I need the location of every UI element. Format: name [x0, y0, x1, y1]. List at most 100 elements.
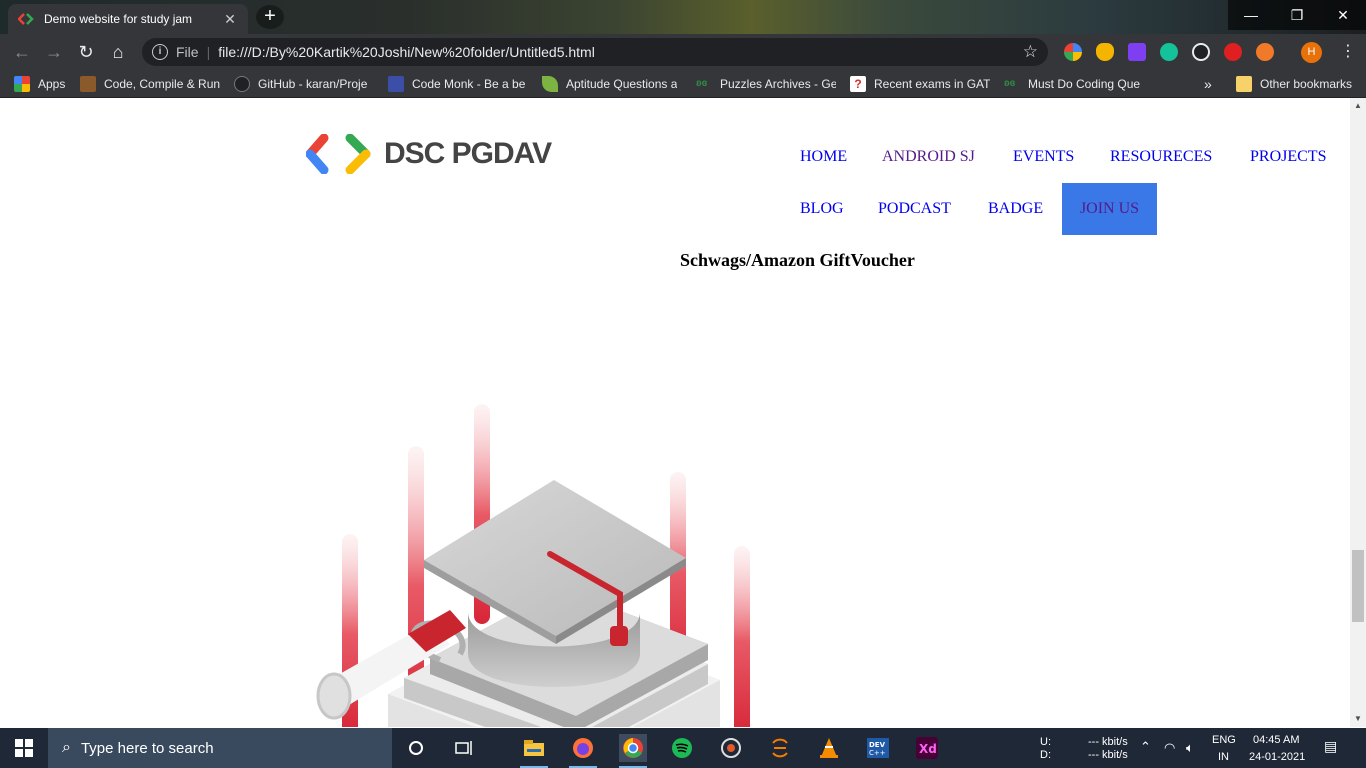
- minimize-button[interactable]: —: [1228, 0, 1274, 30]
- extension-orange-icon[interactable]: [1256, 43, 1274, 61]
- clock-time[interactable]: 04:45 AM: [1253, 734, 1299, 747]
- devcpp-icon[interactable]: DEV C++: [864, 734, 892, 762]
- clock-date[interactable]: 24-01-2021: [1249, 751, 1305, 764]
- language-in[interactable]: IN: [1218, 751, 1229, 764]
- graduation-cap-illustration: [316, 404, 750, 727]
- extension-two-icon[interactable]: [1128, 43, 1146, 61]
- windows-taskbar: ⌕ Type here to search DEV C++ Xd U: D: --…: [0, 728, 1366, 768]
- codemonk-icon: [388, 76, 404, 92]
- bookmark-aptitude[interactable]: Aptitude Questions a: [542, 75, 682, 93]
- nav-resources[interactable]: RESOURECES: [1110, 148, 1212, 166]
- bookmark-gate[interactable]: ? Recent exams in GATE: [850, 75, 990, 93]
- site-info-icon[interactable]: i: [152, 44, 168, 60]
- question-icon: ?: [850, 76, 866, 92]
- scroll-down-arrow-icon[interactable]: ▼: [1350, 711, 1366, 727]
- gfg-icon: ʚɞ: [1004, 78, 1016, 89]
- other-bookmarks[interactable]: Other bookmarks: [1236, 75, 1360, 93]
- browser-title-bar: Demo website for study jam ✕ + — ❐ ✕: [0, 0, 1366, 34]
- web-page: DSC PGDAV HOME ANDROID SJ EVENTS RESOURE…: [0, 98, 1350, 727]
- start-button[interactable]: [0, 728, 48, 768]
- svg-text:DEV: DEV: [869, 741, 886, 749]
- action-center-icon[interactable]: ▤: [1324, 739, 1337, 753]
- bookmark-puzzles[interactable]: ʚɞ Puzzles Archives - Ge: [696, 75, 836, 93]
- extension-colorful-icon[interactable]: [1064, 43, 1082, 61]
- scrollbar-thumb[interactable]: [1352, 550, 1364, 622]
- vlc-icon[interactable]: [815, 734, 843, 762]
- bookmark-codechef[interactable]: Code, Compile & Run: [80, 75, 220, 93]
- restore-button[interactable]: ❐: [1274, 0, 1320, 30]
- gfg-icon: ʚɞ: [696, 78, 708, 89]
- chrome-taskbar-icon[interactable]: [619, 734, 647, 768]
- cortana-icon[interactable]: [402, 734, 430, 762]
- extension-bulb-icon[interactable]: [1096, 43, 1114, 61]
- browser-menu-icon[interactable]: ⋮: [1340, 42, 1356, 62]
- nav-badge[interactable]: BADGE: [988, 200, 1043, 218]
- bookmarks-bar: Apps Code, Compile & Run GitHub - karan/…: [0, 70, 1366, 98]
- bookmark-github[interactable]: GitHub - karan/Proje: [234, 75, 374, 93]
- browser-toolbar: ← → ↻ ⌂ i File | file:///D:/By%20Kartik%…: [0, 34, 1366, 70]
- reload-button[interactable]: ↻: [74, 40, 98, 64]
- extension-ghostery-icon[interactable]: [1192, 43, 1210, 61]
- home-button[interactable]: ⌂: [106, 40, 130, 64]
- net-up-label: U:: [1040, 736, 1051, 748]
- extension-stop-icon[interactable]: [1224, 43, 1242, 61]
- bookmark-label: Aptitude Questions a: [566, 77, 678, 91]
- nav-blog[interactable]: BLOG: [800, 200, 844, 218]
- bookmark-codemonk[interactable]: Code Monk - Be a be: [388, 75, 528, 93]
- nav-projects[interactable]: PROJECTS: [1250, 148, 1326, 166]
- bookmark-label: Code, Compile & Run: [104, 77, 220, 91]
- eclipse-icon[interactable]: [766, 734, 794, 762]
- task-view-icon[interactable]: [450, 734, 478, 762]
- language-eng[interactable]: ENG: [1212, 734, 1236, 747]
- omnibox-separator: |: [206, 44, 211, 60]
- join-us-button[interactable]: JOIN US: [1062, 183, 1157, 235]
- nav-home[interactable]: HOME: [800, 148, 847, 166]
- taskbar-search[interactable]: ⌕ Type here to search: [48, 728, 392, 768]
- dsc-brackets-icon: [306, 134, 371, 174]
- browser-tab[interactable]: Demo website for study jam ✕: [8, 4, 248, 34]
- url-text[interactable]: file:///D:/By%20Kartik%20Joshi/New%20fol…: [218, 44, 1023, 60]
- music-player-icon[interactable]: [717, 734, 745, 762]
- search-placeholder: Type here to search: [80, 739, 214, 757]
- file-explorer-icon[interactable]: [520, 734, 548, 768]
- tab-title: Demo website for study jam: [44, 12, 193, 26]
- bookmark-mustdo[interactable]: ʚɞ Must Do Coding Que: [1004, 75, 1144, 93]
- volume-icon[interactable]: 🔈︎: [1186, 741, 1194, 754]
- nav-android-sj[interactable]: ANDROID SJ: [882, 148, 975, 166]
- dsc-favicon-icon: [18, 11, 34, 27]
- tray-expand-chevron-icon[interactable]: ⌃: [1140, 740, 1151, 753]
- grammarly-icon[interactable]: [1160, 43, 1178, 61]
- bookmark-label: Code Monk - Be a be: [412, 77, 526, 91]
- nav-podcast[interactable]: PODCAST: [878, 200, 951, 218]
- section-heading: Schwags/Amazon GiftVoucher: [680, 250, 915, 270]
- logo-text: DSC PGDAV: [384, 137, 552, 170]
- dsc-logo[interactable]: DSC PGDAV: [306, 134, 552, 174]
- page-scrollbar[interactable]: ▲ ▼: [1350, 98, 1366, 727]
- bookmark-star-icon[interactable]: ☆: [1023, 42, 1038, 62]
- bookmark-label: Must Do Coding Que: [1028, 77, 1141, 91]
- scroll-up-arrow-icon[interactable]: ▲: [1350, 98, 1366, 114]
- github-icon: [234, 76, 250, 92]
- bookmark-label: Recent exams in GATE: [874, 77, 990, 91]
- wifi-icon[interactable]: ◠: [1164, 741, 1175, 754]
- net-down-label: D:: [1040, 749, 1051, 761]
- adobe-xd-icon[interactable]: Xd: [913, 734, 941, 762]
- new-tab-button[interactable]: +: [256, 5, 284, 29]
- firefox-icon[interactable]: [569, 734, 597, 768]
- windows-logo-icon: [15, 739, 33, 757]
- tab-close-icon[interactable]: ✕: [222, 11, 238, 27]
- address-bar[interactable]: i File | file:///D:/By%20Kartik%20Joshi/…: [142, 38, 1048, 66]
- bookmark-apps[interactable]: Apps: [14, 75, 72, 93]
- leaf-icon: [542, 76, 558, 92]
- scheme-label: File: [176, 44, 199, 60]
- bookmark-label: Other bookmarks: [1260, 77, 1353, 91]
- back-button[interactable]: ←: [10, 40, 34, 64]
- bookmark-label: GitHub - karan/Proje: [258, 77, 368, 91]
- forward-button[interactable]: →: [42, 40, 66, 64]
- nav-events[interactable]: EVENTS: [1013, 148, 1074, 166]
- close-window-button[interactable]: ✕: [1320, 0, 1366, 30]
- apps-grid-icon: [14, 76, 30, 92]
- bookmarks-overflow-button[interactable]: »: [1204, 75, 1218, 93]
- spotify-icon[interactable]: [668, 734, 696, 762]
- profile-avatar[interactable]: H: [1301, 42, 1322, 63]
